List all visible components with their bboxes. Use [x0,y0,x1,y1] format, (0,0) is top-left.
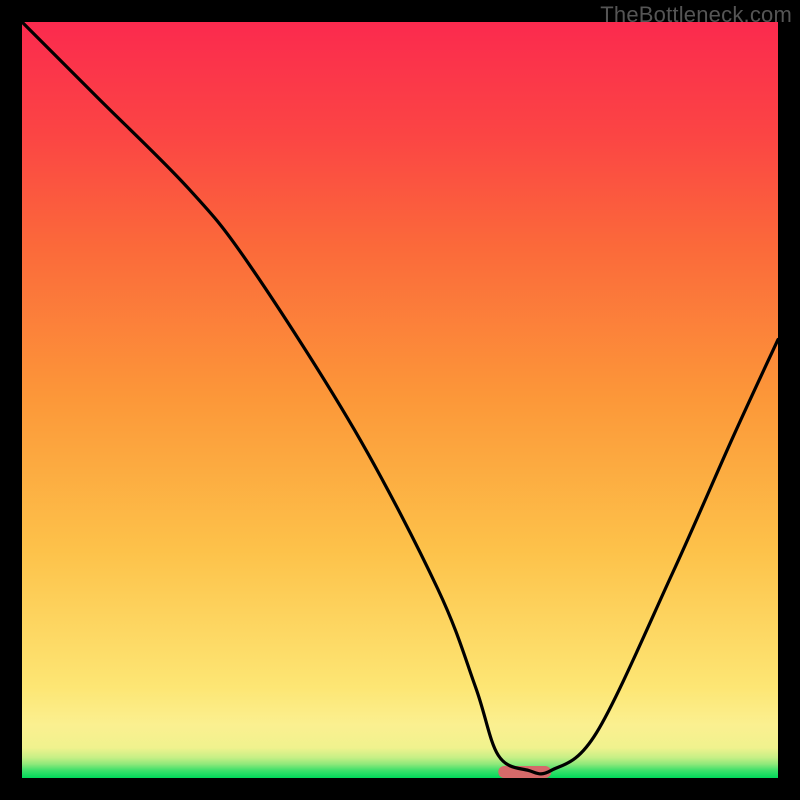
chart-frame [22,22,778,778]
bottleneck-chart [22,22,778,778]
optimal-range-marker [498,766,551,778]
